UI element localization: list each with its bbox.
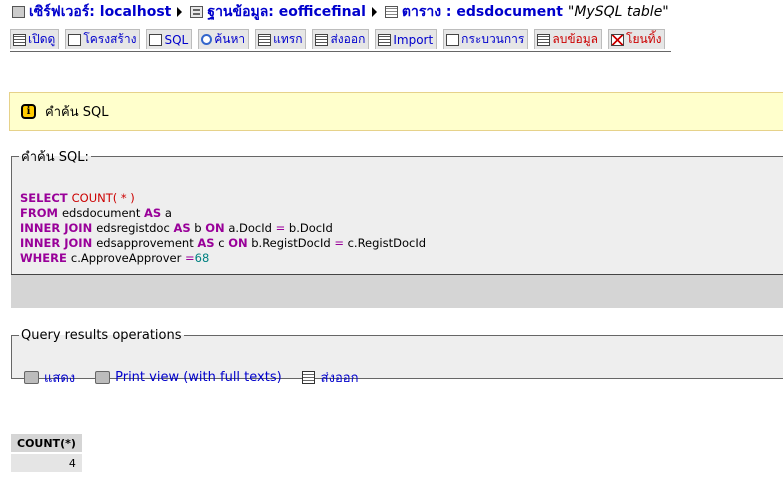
print-view-full-label[interactable]: Print view (with full texts)	[115, 370, 282, 385]
sql-token: c.ApproveApprover	[70, 251, 185, 265]
tab-label: SQL	[164, 32, 189, 47]
sql-token: ON	[205, 221, 225, 235]
table-type-note: "MySQL table"	[567, 4, 669, 20]
structure-icon	[68, 33, 82, 46]
chevron-right-icon	[371, 7, 377, 17]
sql-token: WHERE	[20, 251, 71, 265]
sql-token: INNER JOIN	[20, 236, 97, 250]
sql-token: AS	[197, 236, 215, 250]
print-view-full-link[interactable]: Print view (with full texts)	[95, 370, 282, 385]
tab-label: โครงสร้าง	[83, 32, 137, 46]
notice-text: คำค้น SQL	[45, 105, 109, 120]
sql-line: WHERE c.ApproveApprover =68	[20, 251, 783, 266]
tab-search[interactable]: ค้นหา	[198, 29, 250, 49]
export-icon	[301, 371, 315, 384]
sql-token: edsdocument	[61, 206, 144, 220]
sql-token: a	[161, 206, 172, 220]
sql-box-footer	[11, 274, 783, 308]
sql-token: c	[214, 236, 229, 250]
sql-token: AS	[143, 206, 162, 220]
table-tabs: เปิดดู โครงสร้าง SQL ค้นหา แทรก ส่งออก I…	[10, 29, 672, 52]
breadcrumb-server[interactable]: เซิร์ฟเวอร์: localhost	[12, 1, 171, 23]
server-icon	[12, 6, 25, 18]
query-ops-links: แสดง Print view (with full texts) ส่งออก	[24, 367, 378, 388]
export-results-label[interactable]: ส่งออก	[321, 367, 359, 388]
database-icon	[190, 6, 204, 18]
query-results-operations: Query results operations แสดง Print view…	[11, 328, 783, 386]
tab-label: เปิดดู	[28, 32, 56, 46]
tab-empty[interactable]: ลบข้อมูล	[534, 29, 602, 49]
insert-icon	[258, 33, 272, 46]
sql-query-box: คำค้น SQL: SELECT COUNT( * ) FROM edsdocu…	[11, 146, 783, 308]
tab-structure[interactable]: โครงสร้าง	[65, 29, 141, 49]
sql-line: SELECT COUNT( * )	[20, 191, 783, 206]
sql-token: =	[184, 251, 195, 265]
results-table: COUNT(*) 4	[11, 432, 82, 474]
sql-token: edsapprovement	[96, 236, 198, 250]
sql-code: SELECT COUNT( * ) FROM edsdocument AS a IN…	[12, 183, 783, 274]
tab-label: แทรก	[273, 32, 303, 46]
notice-box: i คำค้น SQL	[9, 92, 783, 131]
breadcrumb-database[interactable]: ฐานข้อมูล: eofficefinal	[190, 1, 366, 23]
tab-label: ส่งออก	[330, 32, 366, 46]
tab-insert[interactable]: แทรก	[255, 29, 307, 49]
sql-token: SELECT	[20, 191, 72, 205]
sql-token: b.DocId	[285, 221, 333, 235]
sql-token: INNER JOIN	[20, 221, 97, 235]
print-view-link[interactable]: แสดง	[24, 367, 75, 388]
sql-token: FROM	[20, 206, 62, 220]
print-view-label[interactable]: แสดง	[44, 367, 75, 388]
column-header[interactable]: COUNT(*)	[11, 434, 82, 452]
breadcrumb-table[interactable]: ตาราง : edsdocument	[384, 1, 563, 23]
browse-icon	[13, 33, 26, 46]
tab-export[interactable]: ส่งออก	[312, 29, 370, 49]
sql-line: INNER JOIN edsapprovement AS c ON b.Regi…	[20, 236, 783, 251]
sql-token: a.DocId	[224, 221, 276, 235]
sql-line: FROM edsdocument AS a	[20, 206, 783, 221]
sql-line: INNER JOIN edsregistdoc AS b ON a.DocId …	[20, 221, 783, 236]
tab-drop[interactable]: โยนทิ้ง	[608, 29, 666, 49]
import-icon	[378, 33, 392, 46]
sql-token: 68	[194, 251, 210, 265]
table-cell: 4	[11, 454, 82, 472]
tab-label: ค้นหา	[214, 32, 246, 46]
operations-icon	[446, 33, 460, 46]
database-link[interactable]: ฐานข้อมูล: eofficefinal	[207, 1, 366, 23]
sql-token: AS	[173, 221, 191, 235]
query-results-legend: Query results operations	[21, 328, 182, 343]
tab-sql[interactable]: SQL	[146, 29, 193, 49]
table-link[interactable]: ตาราง : edsdocument	[402, 1, 563, 23]
tab-label: Import	[393, 32, 434, 47]
printer-icon	[95, 371, 111, 384]
sql-icon	[149, 33, 163, 46]
sql-query-legend: คำค้น SQL:	[21, 150, 89, 165]
sql-token: ON	[228, 236, 248, 250]
table-icon	[384, 6, 398, 18]
sql-token: c.RegistDocId	[343, 236, 427, 250]
tab-browse[interactable]: เปิดดู	[10, 29, 60, 49]
sql-token: COUNT( * )	[71, 191, 135, 205]
tab-operations[interactable]: กระบวนการ	[443, 29, 529, 49]
export-results-link[interactable]: ส่งออก	[301, 367, 359, 388]
sql-token: b	[190, 221, 206, 235]
sql-token: =	[275, 221, 286, 235]
tab-label: ลบข้อมูล	[552, 32, 598, 46]
printer-icon	[24, 371, 39, 384]
chevron-right-icon	[177, 7, 183, 17]
tab-label: โยนทิ้ง	[626, 32, 662, 46]
tab-label: กระบวนการ	[461, 32, 525, 46]
sql-token: edsregistdoc	[96, 221, 174, 235]
table-header-row: COUNT(*)	[11, 434, 82, 452]
info-icon: i	[21, 104, 36, 119]
search-icon	[201, 34, 213, 45]
breadcrumb: เซิร์ฟเวอร์: localhost ฐานข้อมูล: eoffic…	[12, 3, 669, 21]
table-row: 4	[11, 454, 82, 472]
sql-token: b.RegistDocId	[247, 236, 335, 250]
export-icon	[315, 33, 329, 46]
drop-icon	[611, 33, 624, 46]
empty-icon	[537, 33, 551, 46]
sql-token: =	[334, 236, 344, 250]
tab-import[interactable]: Import	[375, 29, 438, 49]
server-link[interactable]: เซิร์ฟเวอร์: localhost	[29, 1, 171, 23]
